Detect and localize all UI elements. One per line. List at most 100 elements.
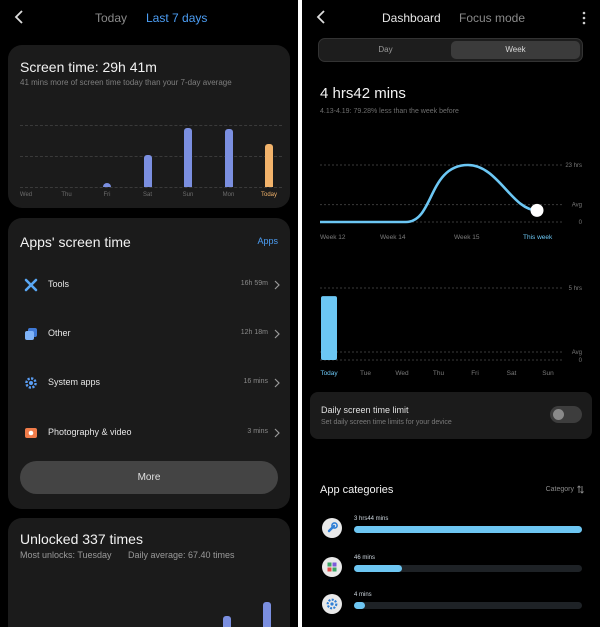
- x-tick-label: Today: [260, 192, 278, 198]
- grid-line: [20, 125, 282, 126]
- unlocks-card: Unlocked 337 times Most unlocks: Tuesday…: [8, 518, 290, 627]
- back-arrow-icon[interactable]: [314, 8, 330, 26]
- more-options-icon[interactable]: [582, 11, 586, 25]
- category-time: 4 mins: [354, 592, 372, 598]
- unlock-bar: [263, 602, 271, 627]
- list-item-system-apps[interactable]: System apps 16 mins: [8, 373, 290, 393]
- screen-time-title: Screen time: 29h 41m: [20, 59, 157, 75]
- weekly-trend-chart: 23 hrs Avg 0 Week 12 Week 14 Week 15 This week: [320, 163, 583, 241]
- tab-focus-mode[interactable]: Focus mode: [459, 11, 525, 25]
- category-row[interactable]: 4 mins: [302, 592, 600, 618]
- y-tick-label: Avg: [572, 203, 582, 209]
- sort-icon[interactable]: [577, 485, 584, 494]
- daily-limit-card[interactable]: Daily screen time limit Set daily screen…: [310, 392, 592, 439]
- top-bar: Today Last 7 days: [0, 0, 298, 36]
- weekly-comparison: 4.13-4.19: 79.28% less than the week bef…: [320, 108, 459, 115]
- screen-time-panel: Today Last 7 days Screen time: 29h 41m 4…: [0, 0, 298, 627]
- period-segmented-control: Day Week: [318, 38, 583, 62]
- bar-sun: [184, 128, 192, 187]
- screen-time-subtitle: 41 mins more of screen time today than y…: [20, 78, 232, 87]
- x-tick-label: Mon: [222, 192, 235, 198]
- tools-icon: [24, 278, 38, 292]
- unlock-bar: [222, 616, 231, 627]
- limit-subtitle: Set daily screen time limits for your de…: [321, 419, 452, 426]
- chevron-right-icon: [274, 329, 280, 339]
- wrench-icon: [327, 522, 338, 533]
- app-label: System apps: [48, 377, 101, 387]
- app-categories-title: App categories: [320, 484, 394, 496]
- x-tick-label: Week 14: [380, 234, 406, 241]
- chevron-right-icon: [274, 378, 280, 388]
- limit-title: Daily screen time limit: [321, 405, 409, 415]
- dashboard-panel: Dashboard Focus mode Day Week 4 hrs42 mi…: [302, 0, 600, 627]
- app-time: 12h 18m: [240, 329, 268, 336]
- category-fill: [354, 565, 402, 572]
- list-item-tools[interactable]: Tools 16h 59m: [8, 275, 290, 295]
- x-tick-label: Sun: [182, 192, 194, 198]
- bar-sat: [143, 154, 152, 187]
- x-tick-label: Today: [320, 370, 338, 377]
- y-tick-label: 0: [579, 358, 583, 364]
- app-label: Photography & video: [48, 427, 132, 437]
- daily-bars-chart: 5 hrs Avg 0 Today Tue Wed Thu Fri Sat Sun: [320, 286, 583, 377]
- screen-time-card: Screen time: 29h 41m 41 mins more of scr…: [8, 45, 290, 208]
- trend-line: [320, 163, 538, 224]
- category-icon: [322, 594, 342, 614]
- x-tick-label: Fri: [471, 370, 479, 377]
- unlocks-title: Unlocked 337 times: [20, 531, 143, 547]
- category-track: [354, 526, 582, 533]
- other-apps-icon: [25, 328, 37, 340]
- category-icon: [322, 518, 342, 538]
- x-tick-label: Week 12: [320, 234, 346, 241]
- category-sort[interactable]: Category: [546, 486, 574, 493]
- current-week-point[interactable]: [530, 203, 544, 217]
- category-track: [354, 602, 582, 609]
- grid-icon: [327, 562, 337, 572]
- grid-line: [20, 187, 282, 188]
- tab-last-7-days[interactable]: Last 7 days: [146, 11, 207, 25]
- list-item-other[interactable]: Other 12h 18m: [8, 324, 290, 344]
- category-time: 3 hrs44 mins: [354, 516, 389, 522]
- daily-average: Daily average: 67.40 times: [128, 550, 235, 560]
- x-tick-label: Sat: [507, 370, 517, 377]
- category-fill: [354, 526, 582, 533]
- segment-week[interactable]: Week: [451, 41, 580, 59]
- y-tick-label: 23 hrs: [565, 163, 582, 169]
- x-tick-label: Thu: [433, 370, 445, 377]
- bar-mon: [224, 128, 233, 187]
- x-tick-label: Sat: [142, 192, 153, 198]
- bar-today: [321, 296, 337, 360]
- chevron-right-icon: [274, 428, 280, 438]
- segment-day[interactable]: Day: [321, 41, 450, 59]
- apps-card-title: Apps' screen time: [20, 234, 131, 250]
- most-unlocks: Most unlocks: Tuesday: [20, 550, 112, 560]
- x-tick-label: Fri: [103, 192, 111, 198]
- x-tick-label: Wed: [19, 192, 33, 198]
- app-label: Tools: [48, 279, 70, 289]
- category-row[interactable]: 3 hrs44 mins: [302, 516, 600, 542]
- x-tick-label: Week 15: [454, 234, 480, 241]
- photo-icon: [25, 428, 37, 438]
- x-tick-label: Thu: [61, 192, 72, 198]
- limit-toggle[interactable]: [550, 406, 582, 423]
- category-row[interactable]: 46 mins: [302, 555, 600, 581]
- app-time: 16h 59m: [240, 280, 268, 287]
- category-track: [354, 565, 582, 572]
- back-arrow-icon[interactable]: [12, 8, 28, 26]
- apps-link[interactable]: Apps: [257, 236, 278, 246]
- bar-fri: [103, 183, 111, 187]
- y-tick-label: Avg: [572, 350, 582, 356]
- app-label: Other: [48, 328, 71, 338]
- tab-today[interactable]: Today: [95, 11, 127, 25]
- list-item-photography[interactable]: Photography & video 3 mins: [8, 423, 290, 443]
- app-time: 3 mins: [247, 428, 268, 435]
- y-tick-label: 0: [579, 220, 583, 226]
- tab-dashboard[interactable]: Dashboard: [382, 11, 441, 25]
- bar-today: [265, 143, 273, 187]
- x-tick-label: Wed: [395, 370, 409, 377]
- toggle-knob: [553, 409, 564, 420]
- weekly-total: 4 hrs42 mins: [320, 85, 406, 102]
- top-bar: Dashboard Focus mode: [302, 0, 600, 36]
- x-tick-label: Sun: [542, 370, 554, 377]
- more-button[interactable]: More: [20, 461, 278, 494]
